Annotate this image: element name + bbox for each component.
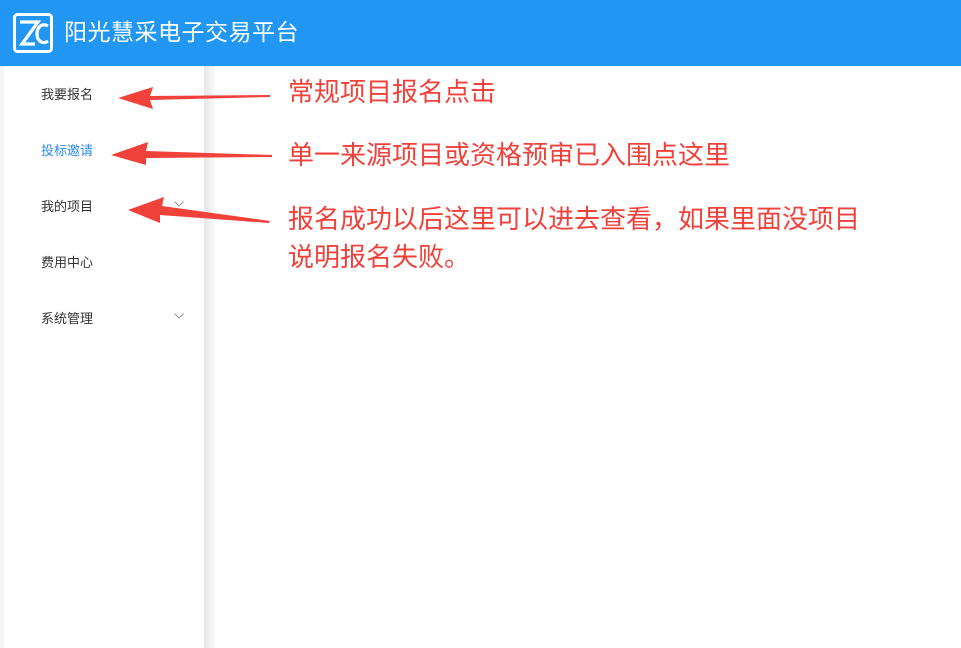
annotation-projects-note-line1: 报名成功以后这里可以进去查看，如果里面没项目	[288, 205, 861, 235]
top-header: 阳光慧采电子交易平台	[0, 0, 961, 66]
sidebar-item-signup[interactable]: 我要报名	[41, 87, 93, 105]
sidebar-item-my-projects[interactable]: 我的项目	[41, 199, 93, 217]
sidebar-menu	[4, 66, 204, 648]
sidebar-item-fee-center[interactable]: 费用中心	[41, 255, 93, 273]
app-title: 阳光慧采电子交易平台	[64, 20, 299, 46]
app-window: 阳光慧采电子交易平台 我要报名 投标邀请 我的项目 费用中心 系统管理 常规项目…	[0, 0, 961, 648]
chevron-down-icon[interactable]	[174, 313, 184, 319]
annotation-projects-note-line2: 说明报名失败。	[288, 243, 471, 273]
sidebar-item-bid-invitation[interactable]: 投标邀请	[41, 143, 93, 161]
annotation-signup-note: 常规项目报名点击	[288, 78, 497, 108]
sidebar-item-system-management[interactable]: 系统管理	[41, 311, 93, 329]
zc-logo-icon	[13, 13, 53, 53]
chevron-down-icon[interactable]	[174, 201, 184, 207]
annotation-invitation-note: 单一来源项目或资格预审已入围点这里	[288, 141, 731, 171]
sidebar-shadow	[204, 66, 216, 648]
